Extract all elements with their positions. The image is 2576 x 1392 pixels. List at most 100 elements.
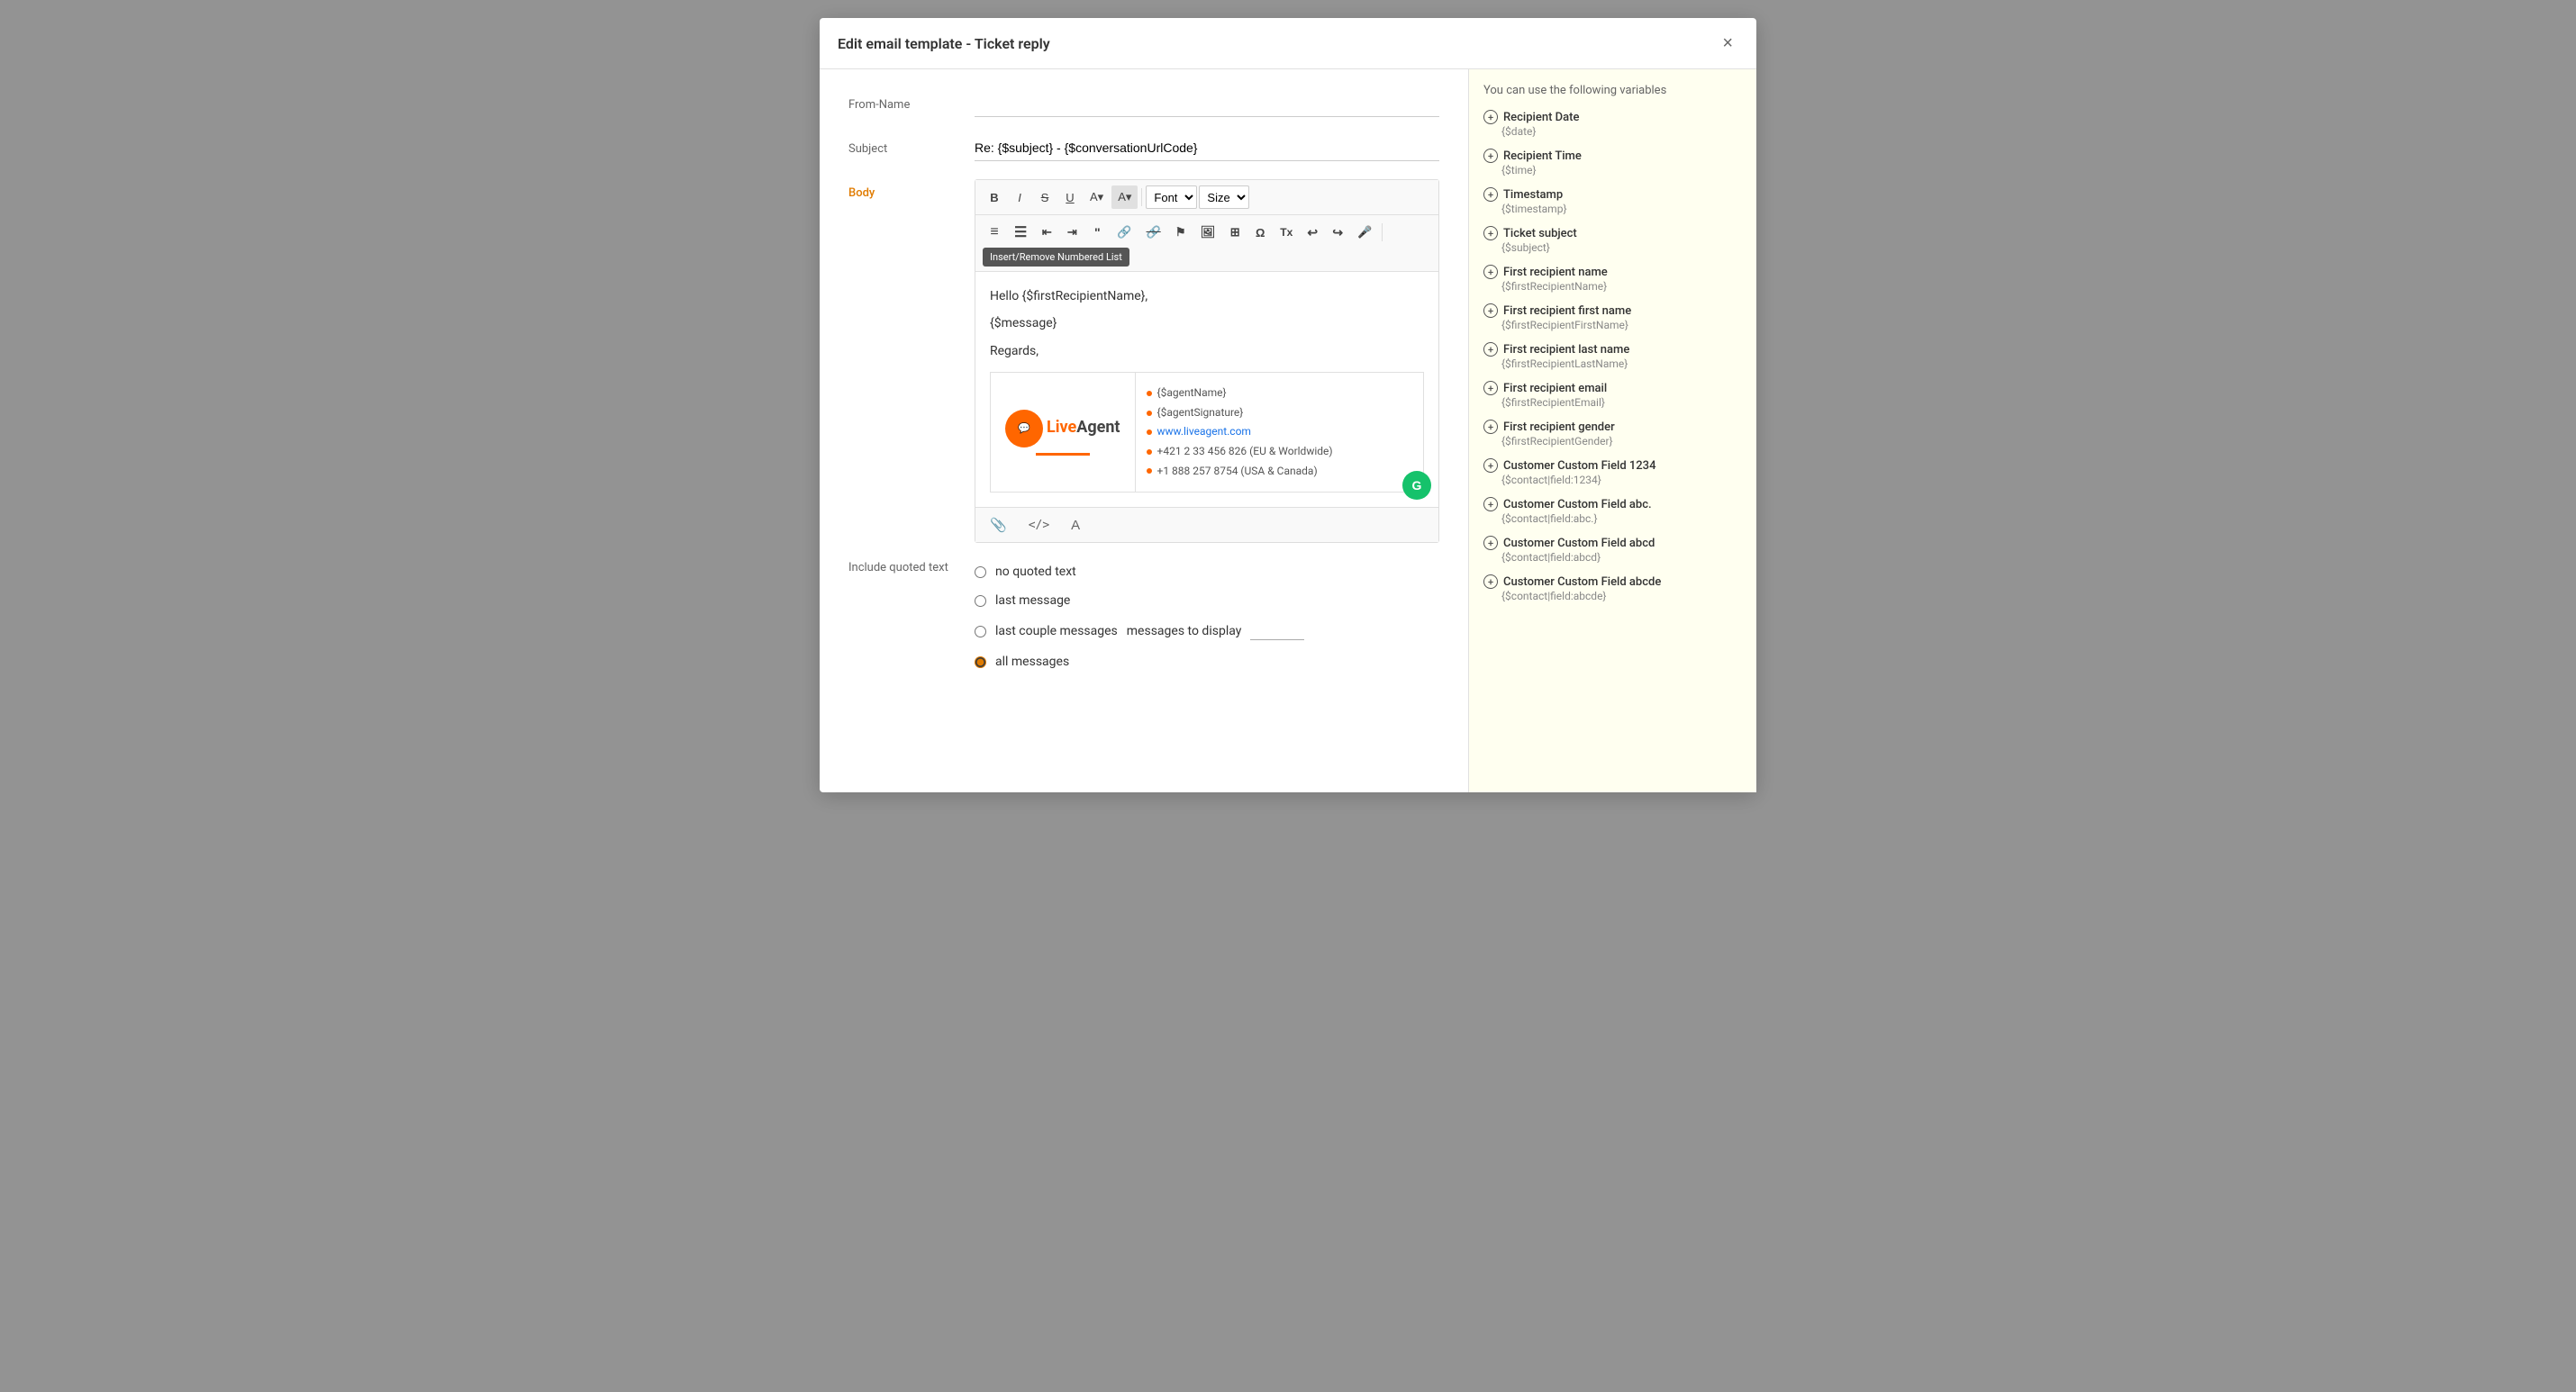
link-button[interactable]: 🔗 — [1111, 221, 1138, 244]
variable-item: + Timestamp {$timestamp} — [1483, 187, 1742, 215]
variable-plus-icon[interactable]: + — [1483, 303, 1498, 318]
variable-code: {$firstRecipientLastName} — [1483, 357, 1742, 370]
clear-format-button[interactable]: Tx — [1274, 221, 1299, 244]
variable-plus-icon[interactable]: + — [1483, 497, 1498, 511]
bold-button[interactable]: B — [983, 185, 1006, 209]
variable-code: {$firstRecipientGender} — [1483, 435, 1742, 447]
editor-line2: {$message} — [990, 313, 1424, 333]
underline-button[interactable]: U — [1058, 185, 1082, 209]
editor-wrap: B I S U A▾ A▾ Font — [975, 179, 1439, 543]
variable-item: + First recipient first name {$firstReci… — [1483, 303, 1742, 331]
modal-title: Edit email template - Ticket reply — [838, 35, 1050, 52]
indent-button[interactable]: ⇥ — [1060, 221, 1084, 244]
highlight-button[interactable]: A▾ — [1111, 185, 1138, 209]
variable-item: + Recipient Date {$date} — [1483, 110, 1742, 138]
subject-input[interactable] — [975, 135, 1439, 161]
toolbar-row2: ≡ Insert/Remove Numbered List ☰ ⇤ ⇥ " 🔗 … — [975, 215, 1438, 272]
radio-last-message-label: last message — [995, 593, 1070, 608]
text-format-button[interactable]: A — [1067, 515, 1084, 535]
last-couple-inline: last couple messages messages to display — [995, 622, 1304, 640]
variables-title: You can use the following variables — [1483, 84, 1742, 97]
variable-plus-icon[interactable]: + — [1483, 574, 1498, 589]
from-name-input-wrap — [975, 91, 1439, 117]
variable-code: {$time} — [1483, 164, 1742, 176]
variable-item: + Customer Custom Field abcd {$contact|f… — [1483, 536, 1742, 564]
radio-last-message-input[interactable] — [975, 595, 986, 607]
variable-plus-icon[interactable]: + — [1483, 420, 1498, 434]
sig-phone-usa: +1 888 257 8754 (USA & Canada) — [1147, 462, 1412, 482]
radio-no-quoted: no quoted text — [975, 565, 1439, 579]
flag-button[interactable]: ⚑ — [1169, 221, 1193, 244]
sig-phone-eu: +421 2 33 456 826 (EU & Worldwide) — [1147, 442, 1412, 462]
strikethrough-button[interactable]: S — [1033, 185, 1057, 209]
variable-name: + Customer Custom Field abc. — [1483, 497, 1742, 511]
radio-last-couple-input[interactable] — [975, 626, 986, 637]
variable-plus-icon[interactable]: + — [1483, 381, 1498, 395]
variable-code: {$contact|field:1234} — [1483, 474, 1742, 486]
variable-plus-icon[interactable]: + — [1483, 149, 1498, 163]
ordered-list-wrap: ≡ Insert/Remove Numbered List — [983, 221, 1006, 244]
attach-button[interactable]: 📎 — [986, 515, 1011, 535]
tooltip-insert-numbered: Insert/Remove Numbered List — [983, 248, 1129, 267]
variable-item: + Customer Custom Field 1234 {$contact|f… — [1483, 458, 1742, 486]
italic-button[interactable]: I — [1008, 185, 1031, 209]
sig-website[interactable]: www.liveagent.com — [1147, 422, 1412, 442]
form-section: From-Name Subject Body — [820, 69, 1468, 792]
radio-no-quoted-input[interactable] — [975, 566, 986, 578]
radio-all-messages-input[interactable] — [975, 656, 986, 668]
undo-button[interactable]: ↩ — [1301, 221, 1324, 244]
variable-name: + Customer Custom Field 1234 — [1483, 458, 1742, 473]
variable-name: + Ticket subject — [1483, 226, 1742, 240]
table-button[interactable]: ⊞ — [1223, 221, 1247, 244]
font-select[interactable]: Font — [1146, 185, 1197, 209]
editor-content[interactable]: Hello {$firstRecipientName}, {$message} … — [975, 272, 1438, 507]
variable-name: + Customer Custom Field abcde — [1483, 574, 1742, 589]
radio-all-messages: all messages — [975, 655, 1439, 669]
editor-line3: Regards, — [990, 341, 1424, 361]
subject-label: Subject — [848, 135, 975, 156]
variable-plus-icon[interactable]: + — [1483, 226, 1498, 240]
variable-name: + Recipient Date — [1483, 110, 1742, 124]
sig-bullet-1 — [1147, 391, 1152, 396]
variable-name: + First recipient gender — [1483, 420, 1742, 434]
sig-bullet-4 — [1147, 449, 1152, 455]
variables-panel: You can use the following variables + Re… — [1468, 69, 1756, 792]
mic-button[interactable]: 🎤 — [1351, 221, 1378, 244]
variables-list: + Recipient Date {$date} + Recipient Tim… — [1483, 110, 1742, 602]
variable-name: + First recipient name — [1483, 265, 1742, 279]
variable-name: + First recipient last name — [1483, 342, 1742, 357]
quoted-text-options: no quoted text last message last couple … — [975, 561, 1439, 669]
variable-plus-icon[interactable]: + — [1483, 458, 1498, 473]
code-button[interactable]: </> — [1025, 515, 1053, 535]
subject-input-wrap — [975, 135, 1439, 161]
variable-code: {$timestamp} — [1483, 203, 1742, 215]
subject-row: Subject — [848, 135, 1439, 161]
toolbar-sep1 — [1141, 188, 1142, 206]
modal-header: Edit email template - Ticket reply × — [820, 18, 1756, 69]
outdent-button[interactable]: ⇤ — [1035, 221, 1058, 244]
toolbar-row1: B I S U A▾ A▾ Font — [975, 180, 1438, 215]
quoted-text-row: Include quoted text no quoted text last … — [848, 561, 1439, 669]
size-select[interactable]: Size — [1199, 185, 1249, 209]
logo-live: Live — [1047, 418, 1076, 437]
variable-plus-icon[interactable]: + — [1483, 187, 1498, 202]
variable-item: + First recipient name {$firstRecipientN… — [1483, 265, 1742, 293]
variable-code: {$firstRecipientName} — [1483, 280, 1742, 293]
messages-count-input[interactable] — [1250, 622, 1304, 640]
omega-button[interactable]: Ω — [1248, 221, 1272, 244]
variable-plus-icon[interactable]: + — [1483, 265, 1498, 279]
unordered-list-button[interactable]: ☰ — [1008, 221, 1033, 244]
unlink-button[interactable]: 🔗 — [1140, 221, 1167, 244]
variable-plus-icon[interactable]: + — [1483, 110, 1498, 124]
ordered-list-button[interactable]: ≡ — [983, 221, 1006, 244]
image-button[interactable]: 🖼 — [1194, 221, 1222, 244]
close-button[interactable]: × — [1717, 32, 1738, 54]
redo-button[interactable]: ↪ — [1326, 221, 1349, 244]
from-name-input[interactable] — [975, 91, 1439, 117]
grammarly-button[interactable]: G — [1402, 471, 1431, 500]
font-color-button[interactable]: A▾ — [1084, 185, 1110, 209]
variable-plus-icon[interactable]: + — [1483, 536, 1498, 550]
variable-plus-icon[interactable]: + — [1483, 342, 1498, 357]
blockquote-button[interactable]: " — [1085, 221, 1109, 244]
radio-last-message: last message — [975, 593, 1439, 608]
